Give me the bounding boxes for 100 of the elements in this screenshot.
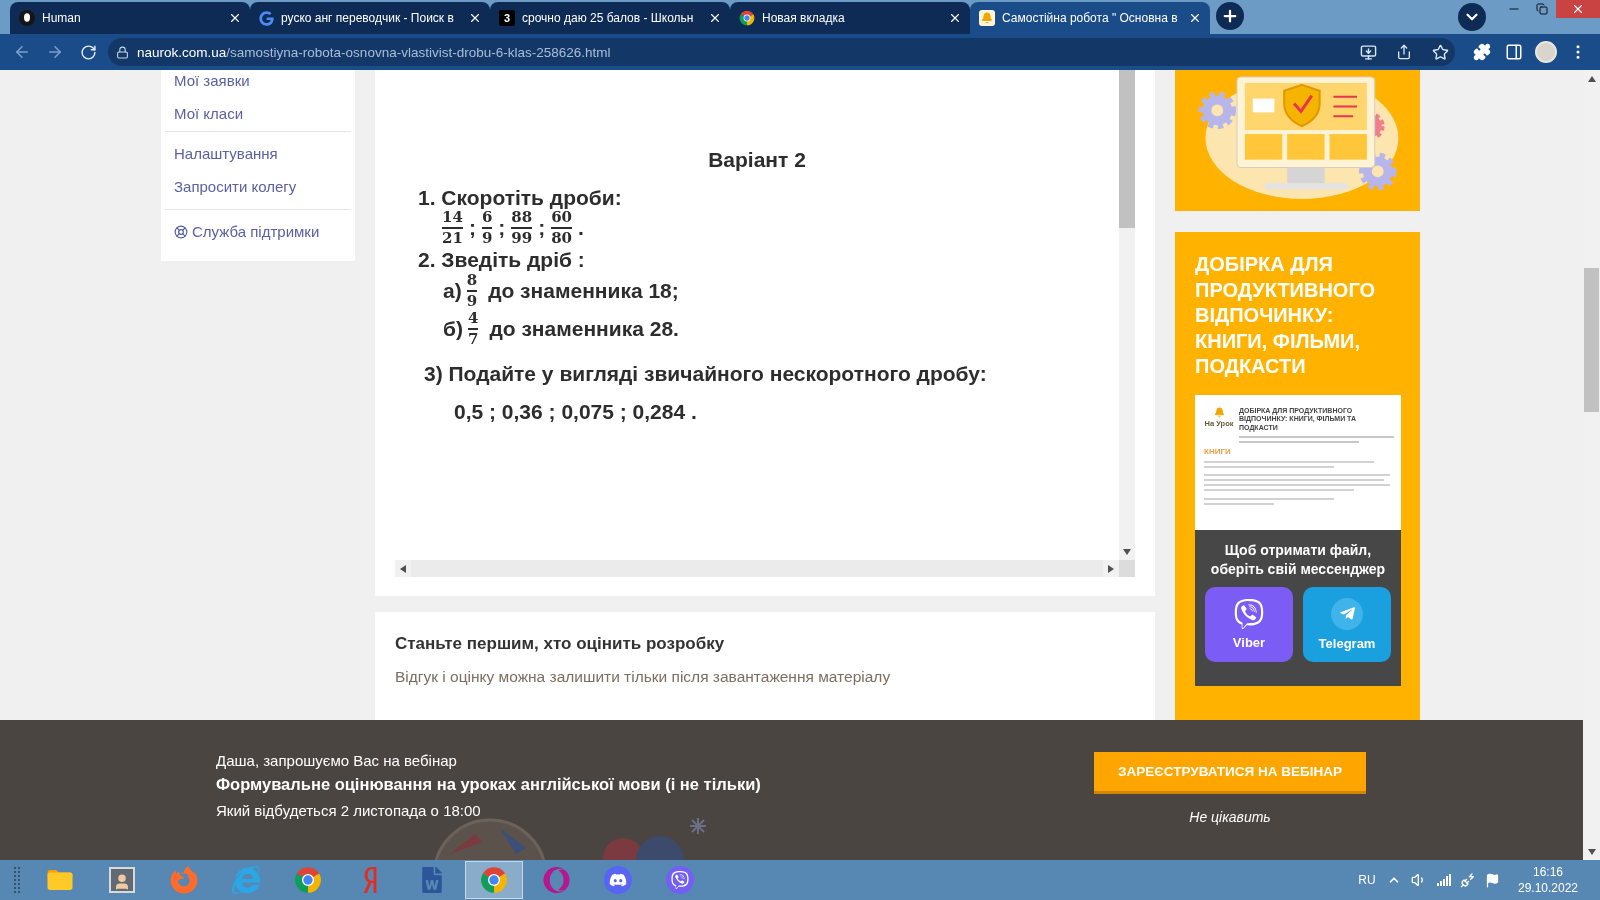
- browser-tab[interactable]: руско анг переводчик - Поиск в: [250, 2, 490, 34]
- close-icon[interactable]: [468, 11, 482, 25]
- back-icon[interactable]: [13, 43, 31, 61]
- scroll-right-icon[interactable]: [1108, 564, 1114, 573]
- star-icon[interactable]: [1431, 43, 1449, 61]
- scrollbar-corner: [1119, 560, 1135, 577]
- task-heading: 2. Зведіть дріб :: [418, 248, 585, 272]
- browser-tab[interactable]: Human: [10, 2, 250, 34]
- viber-button[interactable]: Viber: [1205, 586, 1293, 662]
- plug-icon[interactable]: [1460, 872, 1477, 888]
- chrome-icon: [739, 10, 755, 26]
- scroll-down-icon[interactable]: [1123, 549, 1131, 555]
- item-marker: а): [443, 279, 462, 303]
- scrollbar-thumb[interactable]: [1119, 70, 1135, 228]
- lifebuoy-icon: [174, 225, 188, 239]
- dismiss-link[interactable]: Не цікавить: [1189, 808, 1271, 826]
- support-link[interactable]: Служба підтримки: [174, 222, 320, 242]
- scroll-left-icon[interactable]: [400, 564, 406, 573]
- restore-icon: [1536, 3, 1548, 15]
- item-marker: б): [443, 317, 463, 341]
- profile-avatar[interactable]: [1535, 41, 1557, 63]
- close-icon[interactable]: [1188, 11, 1202, 25]
- close-icon[interactable]: [708, 11, 722, 25]
- flag-icon[interactable]: [1485, 872, 1501, 888]
- fraction-denominator: 7: [467, 329, 479, 349]
- sidebar-link[interactable]: Мої класи: [174, 104, 244, 124]
- discord-icon: [604, 866, 632, 894]
- fraction-numerator: 14: [442, 208, 463, 228]
- fraction-denominator: 80: [551, 228, 573, 248]
- clock[interactable]: 16:16 29.10.2022: [1513, 864, 1583, 896]
- scroll-up-icon[interactable]: [1587, 75, 1596, 82]
- ie-icon: [232, 866, 260, 894]
- side-panel-icon[interactable]: [1505, 43, 1523, 61]
- close-icon[interactable]: [228, 11, 242, 25]
- task-heading: 1. Скоротіть дроби:: [418, 186, 622, 210]
- fraction-denominator: 9: [466, 291, 478, 311]
- messenger-prompt: Щоб отримати файл, оберіть свій мессенджер: [1209, 540, 1387, 579]
- browser-tab[interactable]: Новая вкладка: [730, 2, 970, 34]
- fraction-numerator: 4: [467, 309, 479, 329]
- fraction-denominator: 99: [511, 228, 533, 248]
- viber-icon: [1234, 598, 1264, 629]
- task-heading: 3) Подайте у вигляді звичайного нескоротного дробу:: [424, 362, 987, 386]
- address-bar[interactable]: naurok.com.ua/samostiyna-robota-osnovna-vlastivist-drobu-6-klas-258626.html: [108, 38, 1455, 66]
- signal-bars-icon[interactable]: [1436, 874, 1451, 886]
- plus-icon: [1221, 7, 1239, 25]
- sidebar-link[interactable]: Запросити колегу: [174, 177, 297, 197]
- review-title: Станьте першим, хто оцінить розробку: [395, 633, 725, 655]
- close-icon[interactable]: [948, 11, 962, 25]
- window-close-button[interactable]: [1556, 0, 1600, 18]
- close-icon: [1571, 2, 1585, 16]
- viber-icon: [666, 866, 694, 894]
- number-logo: 3: [499, 10, 515, 26]
- g-logo-icon: [259, 10, 274, 26]
- contact-card-icon: [109, 867, 135, 893]
- reload-icon[interactable]: [79, 43, 97, 61]
- punctuation: .: [578, 216, 584, 240]
- round-logo-icon: [19, 10, 35, 26]
- scroll-down-icon[interactable]: [1587, 848, 1596, 855]
- fraction-numerator: 60: [551, 208, 573, 228]
- bell-logo-icon: [1213, 406, 1225, 418]
- variant-title: Варіант 2: [708, 148, 806, 172]
- fraction-denominator: 9: [481, 228, 493, 248]
- opera-icon: [542, 866, 570, 894]
- sidebar-link[interactable]: Мої заявки: [174, 71, 250, 91]
- url-text: naurok.com.ua/samostiyna-robota-osnovna-vlastivist-drobu-6-klas-258626.html: [137, 44, 612, 60]
- browser-tab[interactable]: 3 срочно даю 25 балов - Школьн: [490, 2, 730, 34]
- browser-tab[interactable]: Самостійна робота " Основна в: [970, 2, 1210, 34]
- monitor-download-icon[interactable]: [1359, 43, 1377, 61]
- grip-icon: [14, 867, 20, 893]
- telegram-icon: [1331, 597, 1363, 630]
- webinar-date: Який відбудеться 2 листопада о 18:00: [216, 801, 481, 821]
- scrollbar-thumb[interactable]: [1584, 268, 1599, 412]
- fraction-numerator: 6: [481, 208, 493, 228]
- fraction-numerator: 8: [466, 271, 478, 291]
- fraction-denominator: 21: [442, 228, 463, 248]
- taskbar-button[interactable]: [465, 861, 523, 899]
- bell-logo-icon: [979, 10, 995, 26]
- word-file-icon: [419, 867, 445, 893]
- task-text: до знаменника 28.: [489, 317, 679, 341]
- share-icon[interactable]: [1396, 44, 1412, 60]
- tab-list-button[interactable]: [1458, 3, 1486, 31]
- lock-icon: [116, 45, 129, 59]
- webinar-invite: Даша, запрошуємо Вас на вебінар: [216, 751, 457, 771]
- firefox-icon: [170, 866, 198, 894]
- language-indicator[interactable]: RU: [1352, 873, 1383, 887]
- punctuation: ;: [498, 216, 506, 240]
- preview-section: КНИГИ: [1204, 447, 1231, 457]
- chrome-icon: [294, 866, 322, 894]
- puzzle-icon[interactable]: [1473, 43, 1491, 61]
- forward-icon[interactable]: [46, 43, 64, 61]
- new-tab-button[interactable]: [1216, 2, 1244, 30]
- sidebar-link[interactable]: Налаштування: [174, 144, 278, 164]
- task-text: до знаменника 18;: [488, 279, 679, 303]
- webinar-title: Формувальне оцінювання на уроках англійської мови (і не тільки): [216, 774, 761, 795]
- chrome-icon: [480, 866, 508, 894]
- decimal-list: 0,5 ; 0,36 ; 0,075 ; 0,284 .: [454, 400, 697, 424]
- punctuation: ;: [468, 216, 476, 240]
- review-note: Відгук і оцінку можна залишити тільки після завантаження матеріалу: [395, 667, 891, 687]
- promo-title: ДОБІРКА ДЛЯ ПРОДУКТИВНОГО ВІДПОЧИНКУ: КНИГИ, ФІЛЬМИ, ПОДКАСТИ: [1195, 252, 1377, 380]
- punctuation: ;: [538, 216, 546, 240]
